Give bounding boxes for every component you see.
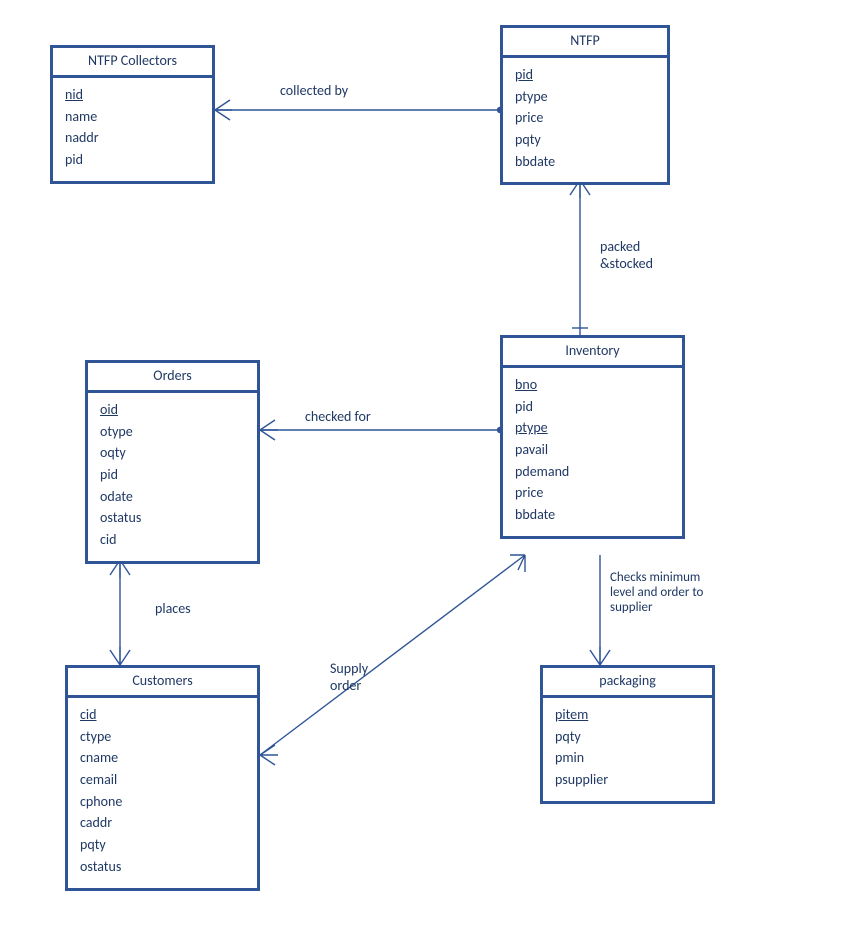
entity-attrs: cid ctype cname cemail cphone caddr pqty… [68,698,257,888]
attr-pid: pid [65,149,202,171]
rel-packed-stocked: packed &stocked [600,238,653,272]
entity-title: NTFP Collectors [53,48,212,78]
attr-oqty: oqty [100,442,247,464]
entity-attrs: nid name naddr pid [53,78,212,181]
attr-cemail: cemail [80,769,247,791]
attr-odate: odate [100,486,247,508]
entity-title: Customers [68,668,257,698]
entity-title: Inventory [503,338,682,368]
attr-pid: pid [100,464,247,486]
attr-naddr: naddr [65,127,202,149]
entity-ntfp: NTFP pid ptype price pqty bbdate [500,25,670,185]
entity-orders: Orders oid otype oqty pid odate ostatus … [85,360,260,564]
attr-ostatus: ostatus [80,856,247,878]
rel-supply-order: Supply order [330,660,368,694]
entity-attrs: oid otype oqty pid odate ostatus cid [88,393,257,561]
attr-ctype: ctype [80,726,247,748]
entity-inventory: Inventory bno pid ptype pavail pdemand p… [500,335,685,539]
attr-oid: oid [100,399,247,421]
attr-cid: cid [80,704,247,726]
attr-ostatus: ostatus [100,507,247,529]
attr-nid: nid [65,84,202,106]
attr-price: price [515,107,657,129]
attr-cid: cid [100,529,247,551]
attr-caddr: caddr [80,812,247,834]
rel-checks-min: Checks minimum level and order to suppli… [610,570,703,615]
attr-pqty: pqty [80,834,247,856]
rel-places: places [155,600,191,617]
er-diagram: NTFP Collectors nid name naddr pid NTFP … [0,0,850,945]
entity-title: NTFP [503,28,667,58]
attr-pdemand: pdemand [515,461,672,483]
entity-ntfp-collectors: NTFP Collectors nid name naddr pid [50,45,215,184]
attr-pavail: pavail [515,439,672,461]
attr-ptype: ptype [515,86,657,108]
entity-title: Orders [88,363,257,393]
attr-cphone: cphone [80,791,247,813]
rel-collected-by: collected by [280,82,348,99]
entity-attrs: bno pid ptype pavail pdemand price bbdat… [503,368,682,536]
attr-cname: cname [80,747,247,769]
entity-attrs: pid ptype price pqty bbdate [503,58,667,182]
attr-pitem: pitem [555,704,702,726]
rel-checked-for: checked for [305,408,371,425]
attr-pid: pid [515,396,672,418]
attr-pmin: pmin [555,747,702,769]
attr-psupplier: psupplier [555,769,702,791]
entity-title: packaging [543,668,712,698]
entity-customers: Customers cid ctype cname cemail cphone … [65,665,260,891]
attr-ptype: ptype [515,417,672,439]
attr-pid: pid [515,64,657,86]
attr-price: price [515,482,672,504]
attr-otype: otype [100,421,247,443]
attr-name: name [65,106,202,128]
attr-bbdate: bbdate [515,504,672,526]
entity-attrs: pitem pqty pmin psupplier [543,698,712,801]
attr-bbdate: bbdate [515,151,657,173]
entity-packaging: packaging pitem pqty pmin psupplier [540,665,715,804]
attr-pqty: pqty [515,129,657,151]
attr-bno: bno [515,374,672,396]
attr-pqty: pqty [555,726,702,748]
